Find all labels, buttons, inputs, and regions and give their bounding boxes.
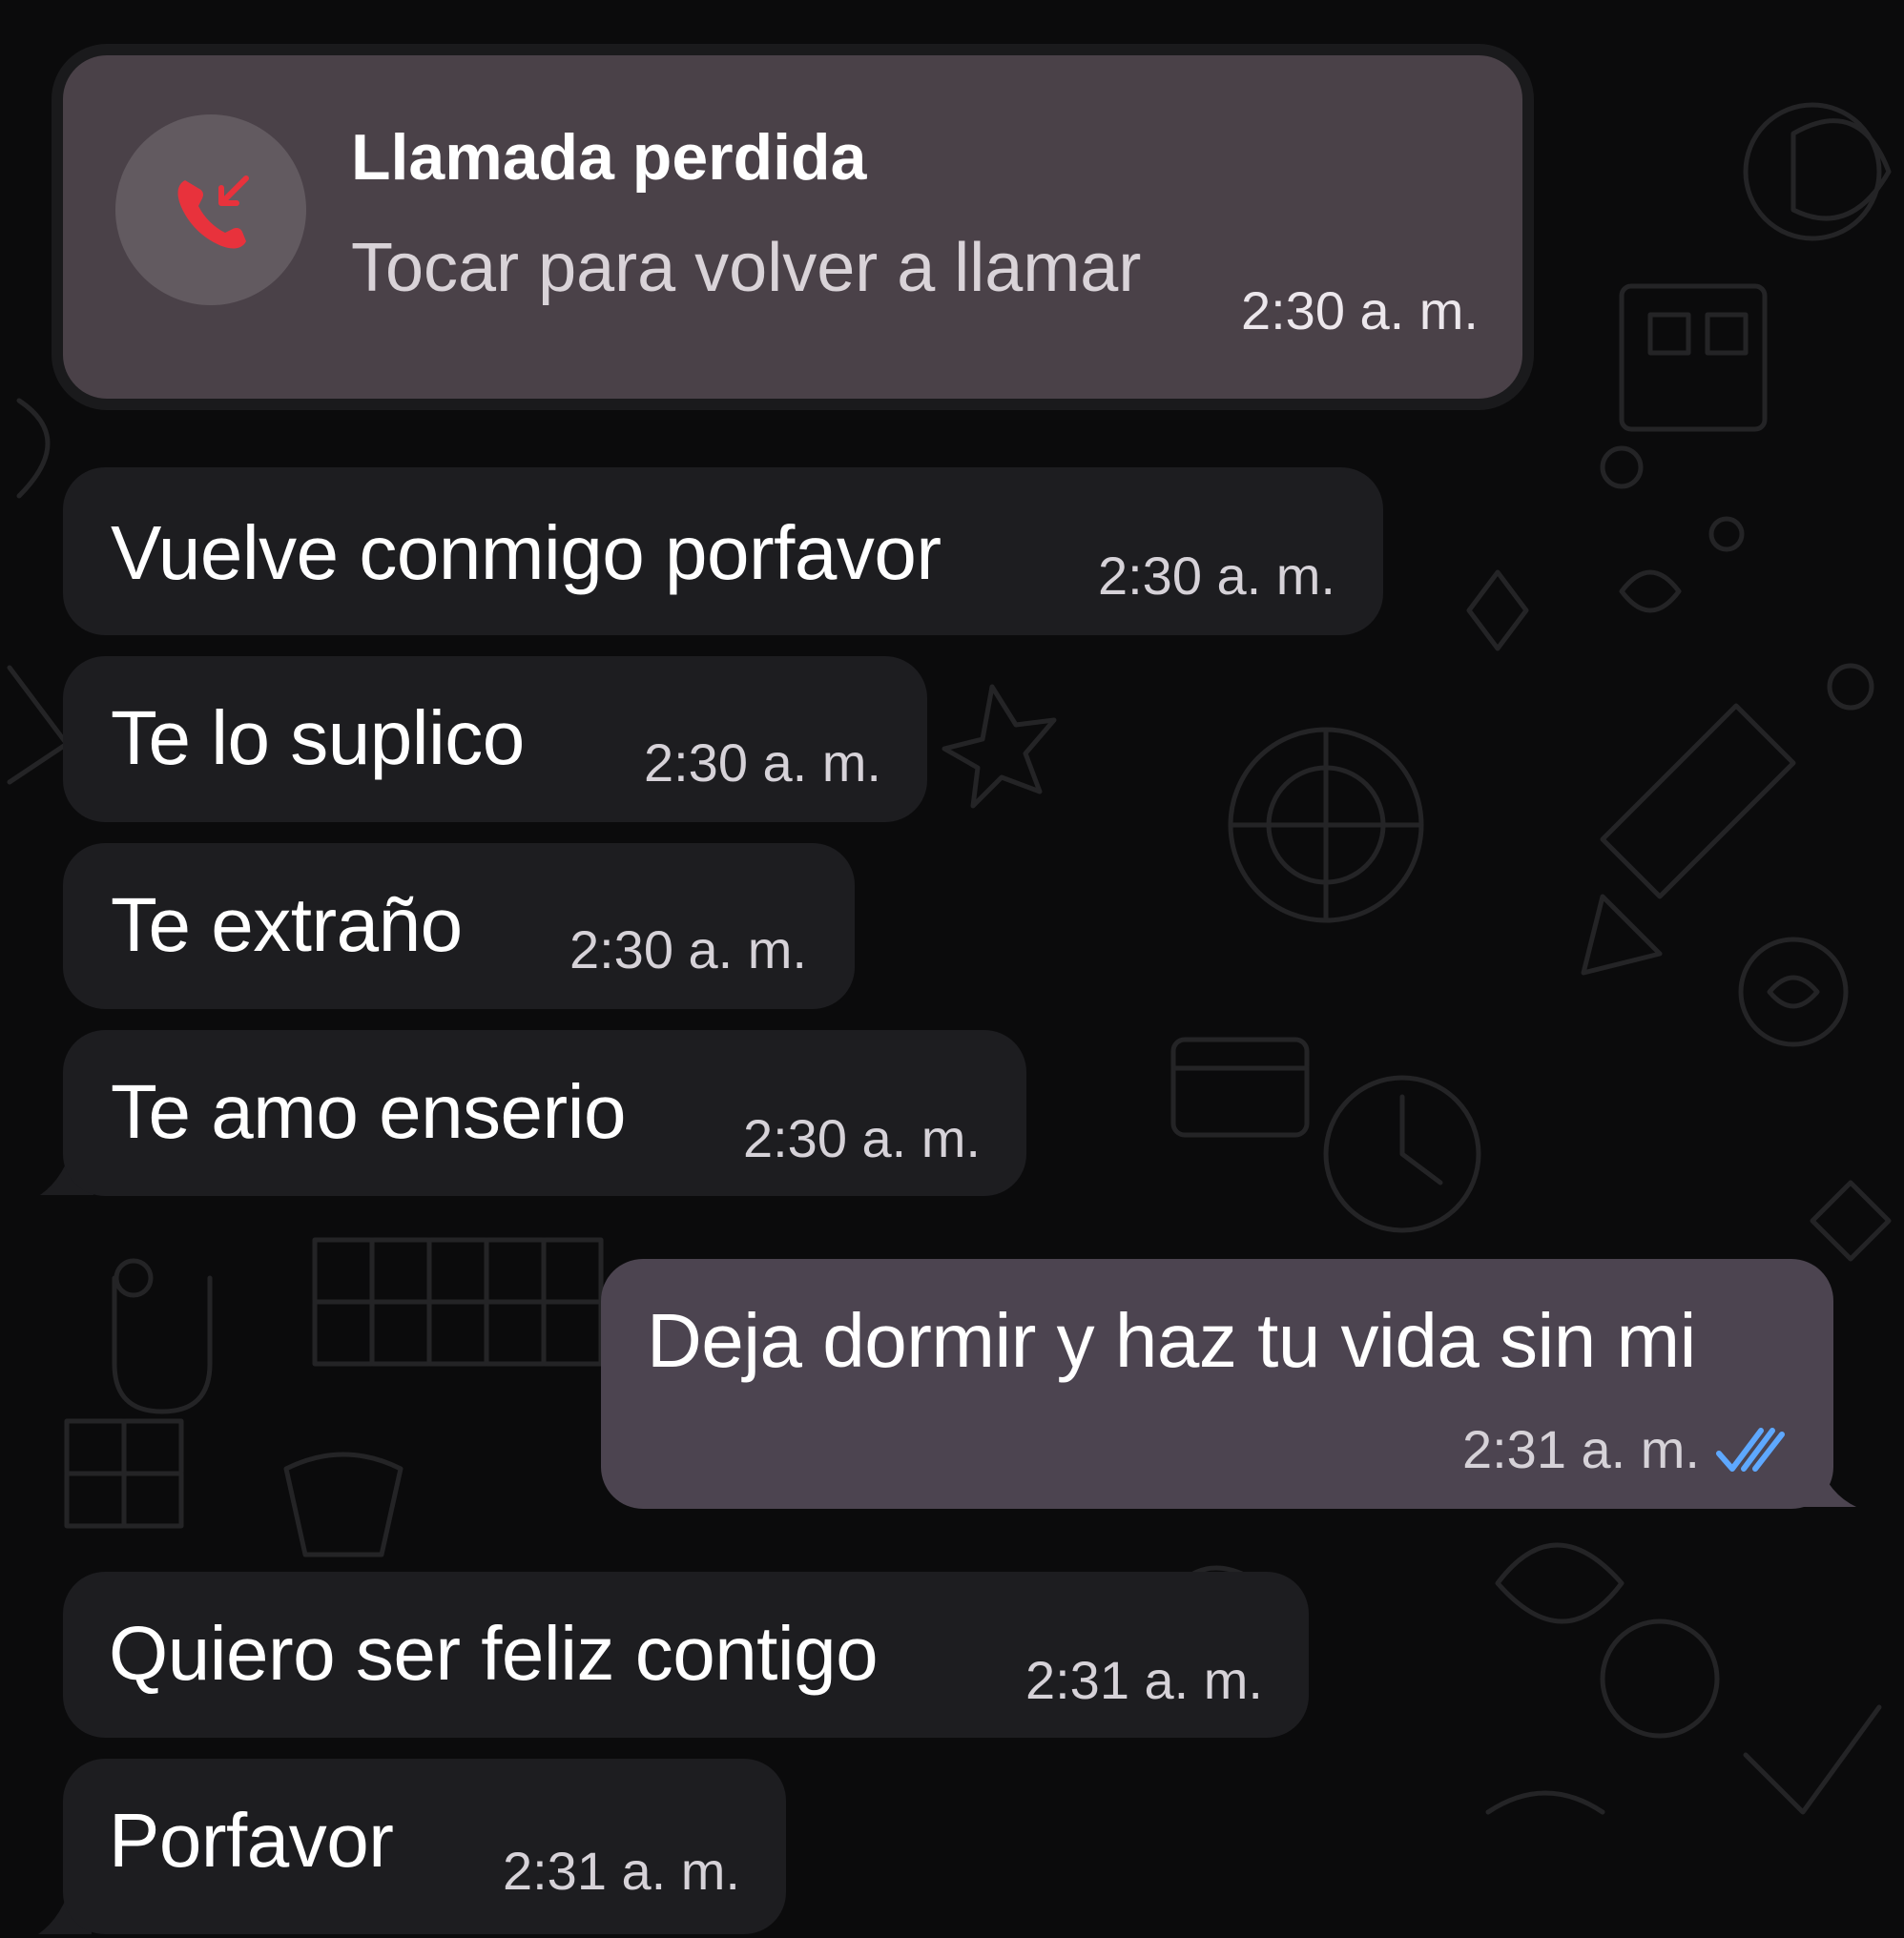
incoming-message[interactable]: Te extraño 2:30 a. m. (63, 843, 855, 1009)
message-timestamp: 2:30 a. m. (1240, 280, 1479, 340)
incoming-message[interactable]: Vuelve conmigo porfavor 2:30 a. m. (63, 467, 1383, 635)
message-timestamp: 2:31 a. m. (1024, 1650, 1263, 1710)
incoming-message[interactable]: Porfavor 2:31 a. m. (63, 1759, 786, 1934)
message-timestamp: 2:30 a. m. (1097, 546, 1335, 606)
message-text: Te lo suplico (111, 695, 525, 780)
message-text: Quiero ser feliz contigo (109, 1611, 879, 1696)
message-timestamp: 2:31 a. m. (502, 1841, 740, 1901)
message-text: Porfavor (109, 1798, 394, 1883)
incoming-message[interactable]: Quiero ser feliz contigo 2:31 a. m. (63, 1572, 1309, 1738)
message-text: Vuelve conmigo porfavor (111, 510, 942, 595)
missed-call-icon (177, 175, 249, 249)
message-timestamp: 2:30 a. m. (742, 1108, 981, 1168)
missed-call-card[interactable]: Llamada perdida Tocar para volver a llam… (63, 55, 1522, 399)
message-timestamp: 2:30 a. m. (643, 732, 881, 793)
call-icon-circle (115, 114, 306, 305)
message-text: Deja dormir y haz tu vida sin mi (647, 1298, 1696, 1383)
message-text: Te extraño (111, 882, 463, 967)
call-back-hint[interactable]: Tocar para volver a llamar (351, 234, 1141, 302)
incoming-message[interactable]: Te lo suplico 2:30 a. m. (63, 656, 927, 822)
message-timestamp: 2:30 a. m. (569, 919, 807, 979)
outgoing-message[interactable]: Deja dormir y haz tu vida sin mi 2:31 a.… (601, 1259, 1833, 1509)
message-timestamp: 2:31 a. m. (1461, 1419, 1700, 1479)
incoming-message[interactable]: Te amo enserio 2:30 a. m. (63, 1030, 1026, 1196)
double-check-icon (1716, 1428, 1785, 1472)
chat-thread[interactable]: Llamada perdida Tocar para volver a llam… (0, 0, 1904, 1938)
message-text: Te amo enserio (111, 1069, 626, 1154)
missed-call-title: Llamada perdida (351, 121, 867, 194)
